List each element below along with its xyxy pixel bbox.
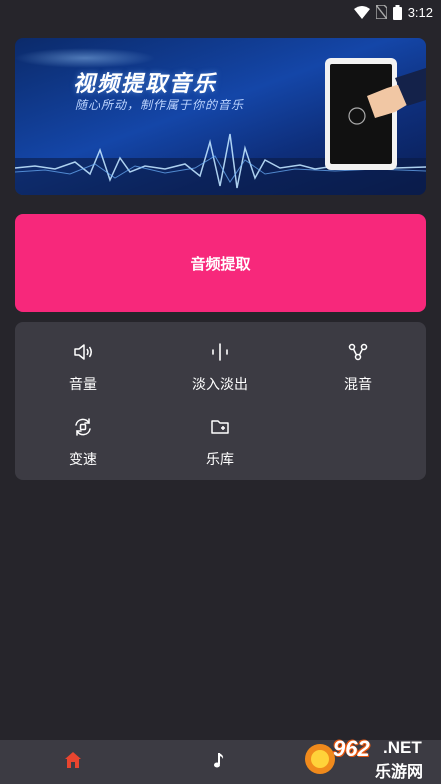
tool-label: 变速 xyxy=(69,452,97,468)
no-sim-icon xyxy=(375,5,387,19)
banner-subtitle: 随心所动，制作属于你的音乐 xyxy=(75,98,245,112)
battery-icon xyxy=(392,4,402,20)
watermark-number: 962 xyxy=(333,736,370,761)
nav-home[interactable] xyxy=(43,740,103,784)
tool-fade[interactable]: 淡入淡出 xyxy=(160,340,280,400)
volume-icon xyxy=(72,340,94,364)
tools-panel: 音量 淡入淡出 混音 变速 乐库 xyxy=(15,322,426,480)
home-icon xyxy=(64,751,82,773)
tool-library[interactable]: 乐库 xyxy=(160,415,280,475)
tool-label: 混音 xyxy=(344,377,372,393)
music-note-icon xyxy=(213,751,227,773)
library-folder-icon xyxy=(209,415,231,439)
banner-title: 视频提取音乐 xyxy=(73,72,218,97)
tool-label: 音量 xyxy=(69,377,97,393)
fade-icon xyxy=(209,340,231,364)
wifi-icon xyxy=(353,5,370,19)
tool-label: 乐库 xyxy=(206,452,234,468)
tablet-graphic xyxy=(325,58,426,170)
speed-icon xyxy=(72,415,94,439)
status-bar: 3:12 xyxy=(0,0,441,24)
audio-extract-button[interactable]: 音频提取 xyxy=(15,214,426,312)
watermark-domain: .NET xyxy=(383,738,422,757)
mix-icon xyxy=(347,340,369,364)
watermark-logo: 962 .NET 乐游网 xyxy=(303,736,435,782)
watermark-name: 乐游网 xyxy=(375,762,424,781)
nav-music[interactable] xyxy=(190,740,250,784)
tool-speed[interactable]: 变速 xyxy=(23,415,143,475)
tool-volume[interactable]: 音量 xyxy=(23,340,143,400)
status-time: 3:12 xyxy=(407,4,433,20)
promo-banner[interactable]: 视频提取音乐 随心所动，制作属于你的音乐 xyxy=(15,38,426,195)
tool-label: 淡入淡出 xyxy=(192,377,248,393)
tool-mix[interactable]: 混音 xyxy=(298,340,418,400)
sound-wave-graphic xyxy=(15,48,426,195)
